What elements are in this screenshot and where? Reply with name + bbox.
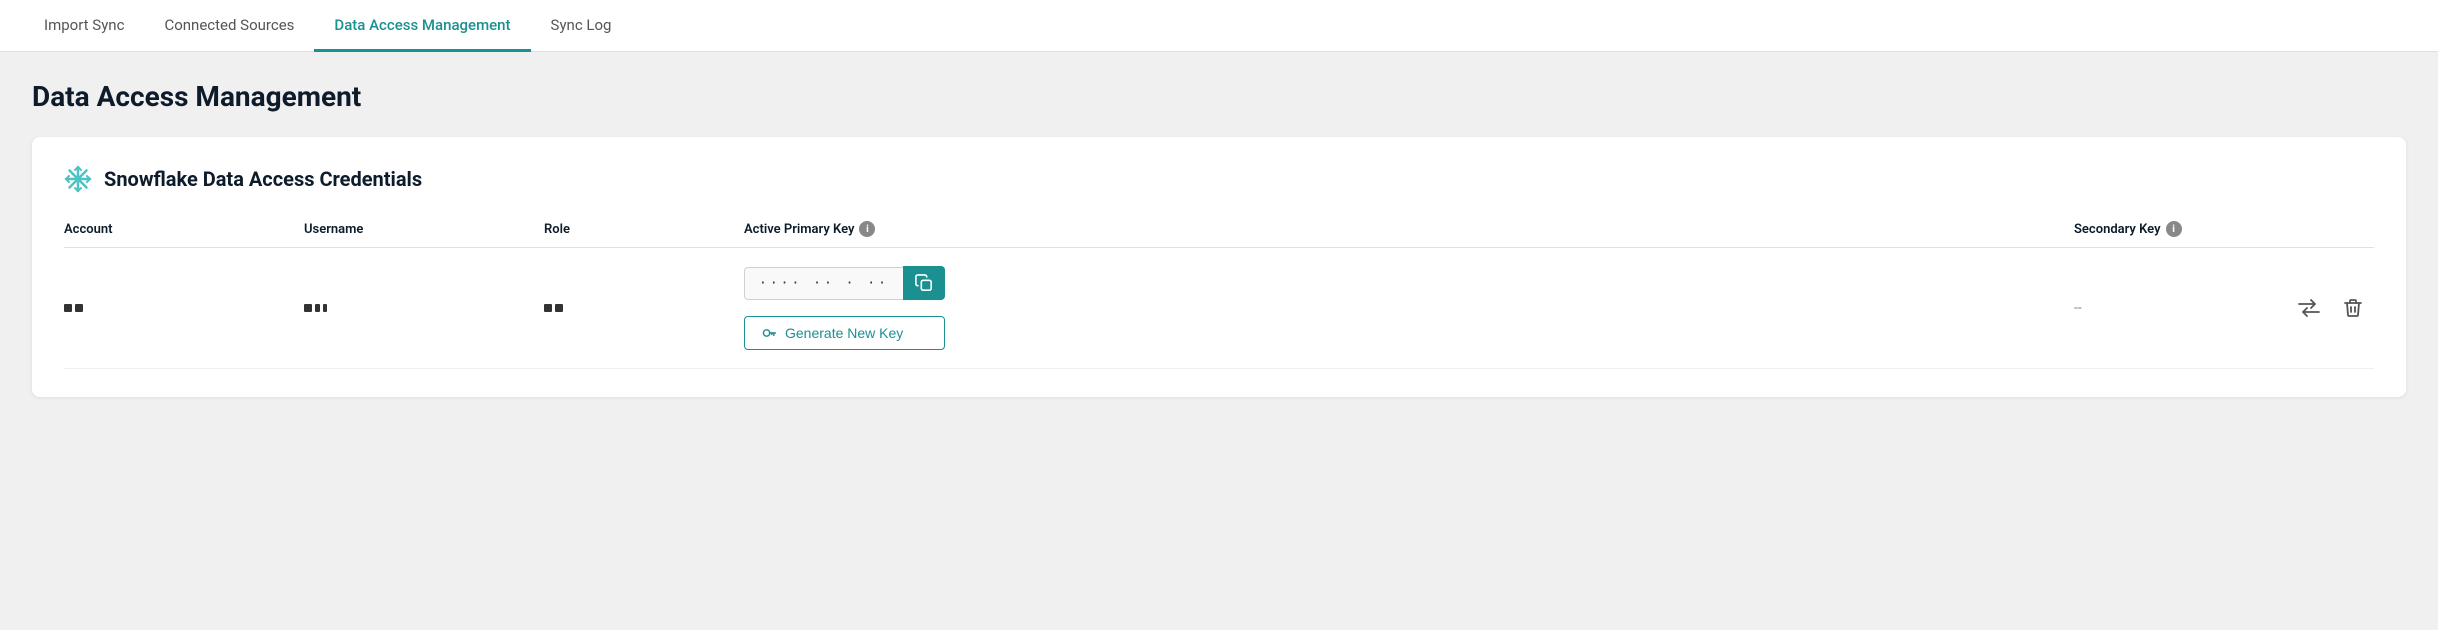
key-actions-col: ···· ·· · ·· xyxy=(744,266,945,350)
dot xyxy=(315,304,320,312)
tab-bar: Import Sync Connected Sources Data Acces… xyxy=(0,0,2438,52)
key-icon xyxy=(761,325,777,341)
col-header-secondary-key: Secondary Key i xyxy=(2074,221,2294,237)
username-cell xyxy=(304,304,544,312)
secondary-key-cell: -- xyxy=(2074,300,2294,316)
tab-import-sync[interactable]: Import Sync xyxy=(24,0,144,52)
generate-new-key-button[interactable]: Generate New Key xyxy=(744,316,945,350)
key-field: ···· ·· · ·· xyxy=(744,266,945,300)
col-header-account: Account xyxy=(64,221,304,237)
dot xyxy=(544,304,552,312)
account-masked xyxy=(64,304,83,312)
copy-icon xyxy=(915,274,933,292)
copy-key-button[interactable] xyxy=(903,266,945,300)
dot xyxy=(323,304,327,312)
transfer-icon xyxy=(2298,299,2320,317)
page-content: Data Access Management xyxy=(0,52,2438,425)
col-header-primary-key: Active Primary Key i xyxy=(744,221,2074,237)
key-display: ···· ·· · ·· xyxy=(744,267,903,300)
dot xyxy=(304,304,312,312)
tab-data-access-management[interactable]: Data Access Management xyxy=(314,0,530,52)
action-icons xyxy=(2294,294,2366,322)
col-header-actions xyxy=(2294,221,2374,237)
card-header: Snowflake Data Access Credentials xyxy=(64,165,2374,193)
col-header-role: Role xyxy=(544,221,744,237)
page-title: Data Access Management xyxy=(32,80,2406,113)
primary-key-cell: ···· ·· · ·· xyxy=(744,266,2074,350)
transfer-key-button[interactable] xyxy=(2294,295,2324,321)
secondary-key-info-icon[interactable]: i xyxy=(2166,221,2182,237)
card-title: Snowflake Data Access Credentials xyxy=(104,167,422,191)
role-masked xyxy=(544,304,563,312)
secondary-key-value: -- xyxy=(2074,300,2082,316)
tab-sync-log[interactable]: Sync Log xyxy=(531,0,632,52)
role-cell xyxy=(544,304,744,312)
primary-key-info-icon[interactable]: i xyxy=(859,221,875,237)
dot xyxy=(75,304,83,312)
tab-connected-sources[interactable]: Connected Sources xyxy=(144,0,314,52)
dot xyxy=(555,304,563,312)
account-cell xyxy=(64,304,304,312)
table-row: ···· ·· · ·· xyxy=(64,248,2374,369)
trash-icon xyxy=(2344,298,2362,318)
credentials-card: Snowflake Data Access Credentials Accoun… xyxy=(32,137,2406,397)
snowflake-icon xyxy=(64,165,92,193)
table-header: Account Username Role Active Primary Key… xyxy=(64,221,2374,248)
delete-button[interactable] xyxy=(2340,294,2366,322)
dot xyxy=(64,304,72,312)
col-header-username: Username xyxy=(304,221,544,237)
actions-cell xyxy=(2294,294,2374,322)
credentials-table: Account Username Role Active Primary Key… xyxy=(64,221,2374,369)
username-masked xyxy=(304,304,327,312)
